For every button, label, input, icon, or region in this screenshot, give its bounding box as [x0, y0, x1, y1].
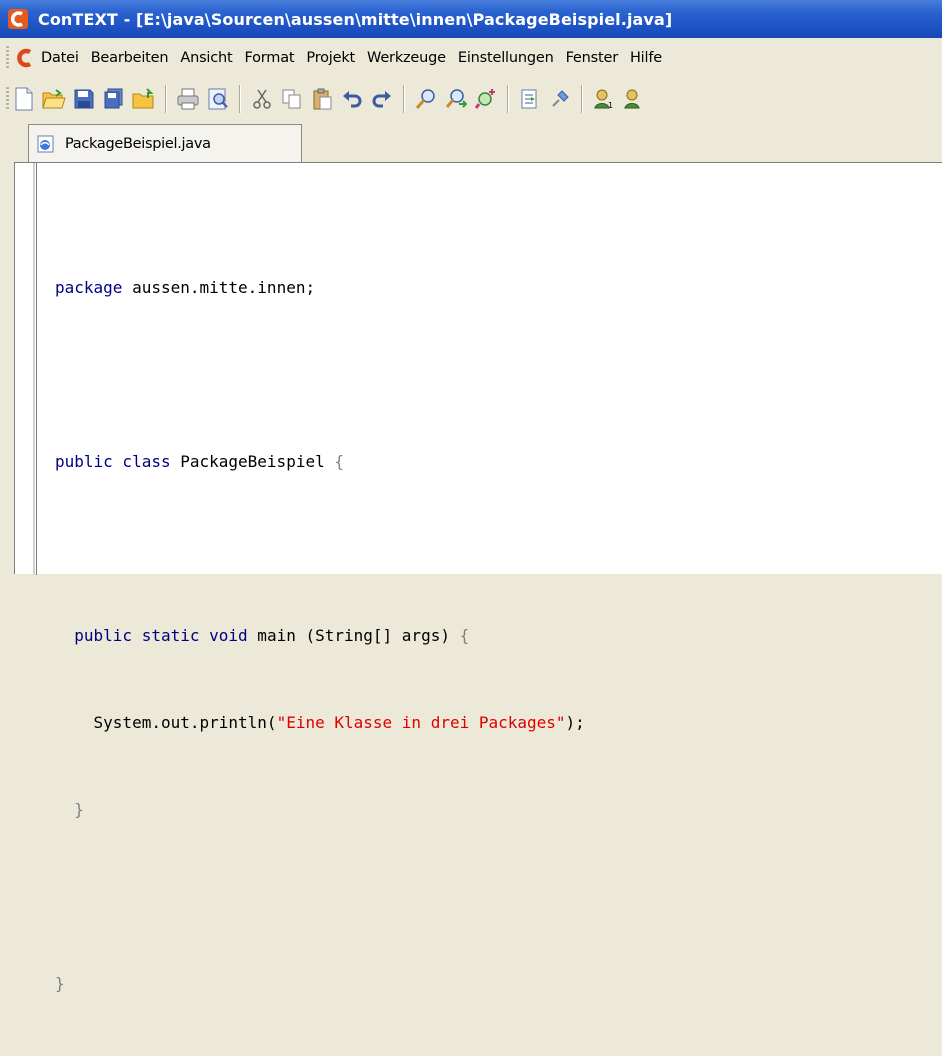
menu-projekt[interactable]: Projekt — [300, 50, 361, 66]
code-line: public class PackageBeispiel { — [55, 447, 585, 476]
context-logo-icon[interactable] — [6, 7, 30, 31]
find-next-button[interactable] — [442, 84, 470, 114]
undo-button[interactable] — [338, 84, 366, 114]
cut-button[interactable] — [248, 84, 276, 114]
java-file-icon — [37, 135, 54, 152]
save-icon — [74, 89, 94, 109]
code-line: public static void main (String[] args) … — [55, 621, 585, 650]
open-folder-icon — [42, 89, 66, 109]
keyword: package — [55, 278, 123, 297]
context-menu-icon[interactable] — [15, 47, 35, 69]
copy-icon — [282, 89, 301, 109]
paste-icon — [313, 88, 332, 110]
brace: { — [459, 626, 470, 645]
brace: } — [55, 974, 65, 993]
redo-button[interactable] — [368, 84, 396, 114]
menu-hilfe[interactable]: Hilfe — [624, 50, 668, 66]
find-button[interactable] — [412, 84, 440, 114]
tab-label: PackageBeispiel.java — [65, 135, 211, 152]
replace-icon — [475, 89, 495, 109]
menu-einstellungen[interactable]: Einstellungen — [452, 50, 560, 66]
pin-button[interactable] — [546, 84, 574, 114]
new-file-icon — [15, 87, 33, 111]
menu-bearbeiten[interactable]: Bearbeiten — [85, 50, 175, 66]
user-tool2-button[interactable] — [620, 84, 648, 114]
toolbar-separator — [507, 85, 509, 113]
copy-button[interactable] — [278, 84, 306, 114]
code-text: ); — [565, 713, 585, 732]
save-all-icon — [104, 88, 123, 109]
find-icon — [415, 89, 435, 109]
menu-bar: Datei Bearbeiten Ansicht Format Projekt … — [0, 38, 942, 79]
menu-format[interactable]: Format — [239, 50, 301, 66]
user-tool1-button[interactable]: 1 — [590, 84, 618, 114]
menu-datei[interactable]: Datei — [35, 50, 85, 66]
tab-bar: PackageBeispiel.java — [0, 120, 942, 162]
open-button[interactable] — [40, 84, 68, 114]
window-title: ConTEXT - [E:\java\Sourcen\aussen\mitte\… — [38, 9, 673, 29]
open-dir-button[interactable] — [130, 84, 158, 114]
string-literal: "Eine Klasse in drei Packages" — [276, 713, 566, 732]
title-bar: ConTEXT - [E:\java\Sourcen\aussen\mitte\… — [0, 0, 942, 38]
code-editor[interactable]: package aussen.mitte.innen; public class… — [14, 162, 942, 993]
menu-werkzeuge[interactable]: Werkzeuge — [361, 50, 452, 66]
cut-icon — [253, 89, 271, 109]
open-dir-icon — [132, 88, 154, 109]
code-line: package aussen.mitte.innen; — [55, 273, 585, 302]
save-button[interactable] — [70, 84, 98, 114]
keyword: class — [112, 452, 171, 471]
print-preview-button[interactable] — [204, 84, 232, 114]
keyword: public — [55, 452, 113, 471]
print-button[interactable] — [174, 84, 202, 114]
toolbar-separator — [165, 85, 167, 113]
code-text: PackageBeispiel — [170, 452, 335, 471]
brace: { — [334, 452, 344, 471]
print-icon — [177, 88, 199, 110]
toolbar-separator — [581, 85, 583, 113]
brace: } — [74, 800, 84, 819]
menu-ansicht[interactable]: Ansicht — [174, 50, 238, 66]
code-area[interactable]: package aussen.mitte.innen; public class… — [55, 215, 585, 1056]
tab-packagebeispiel[interactable]: PackageBeispiel.java — [28, 124, 302, 162]
code-text: main (String[] args) — [247, 626, 460, 645]
toolbar: 1 — [0, 78, 942, 120]
code-text: System.out.println( — [93, 713, 277, 732]
new-file-button[interactable] — [10, 84, 38, 114]
code-line: System.out.println("Eine Klasse in drei … — [55, 708, 585, 737]
redo-icon — [372, 91, 391, 108]
replace-button[interactable] — [472, 84, 500, 114]
keyword: void — [199, 626, 248, 645]
menu-grip[interactable] — [6, 46, 9, 70]
gutter — [33, 163, 35, 575]
goto-icon — [521, 89, 537, 109]
menu-fenster[interactable]: Fenster — [560, 50, 624, 66]
user-tool2-icon — [624, 89, 640, 109]
toolbar-grip[interactable] — [6, 87, 9, 111]
toolbar-separator — [403, 85, 405, 113]
code-line: } — [55, 795, 585, 824]
gutter-border — [36, 163, 37, 575]
toolbar-separator — [239, 85, 241, 113]
code-line: } — [55, 969, 585, 998]
keyword: static — [132, 626, 200, 645]
undo-icon — [343, 91, 362, 108]
print-preview-icon — [208, 88, 228, 110]
paste-button[interactable] — [308, 84, 336, 114]
goto-button[interactable] — [516, 84, 544, 114]
save-all-button[interactable] — [100, 84, 128, 114]
code-text: aussen.mitte.innen; — [122, 278, 316, 297]
user-tool1-icon: 1 — [594, 89, 613, 110]
svg-text:1: 1 — [608, 101, 613, 110]
pin-icon — [552, 90, 569, 107]
find-next-icon — [445, 89, 467, 108]
keyword: public — [74, 626, 133, 645]
